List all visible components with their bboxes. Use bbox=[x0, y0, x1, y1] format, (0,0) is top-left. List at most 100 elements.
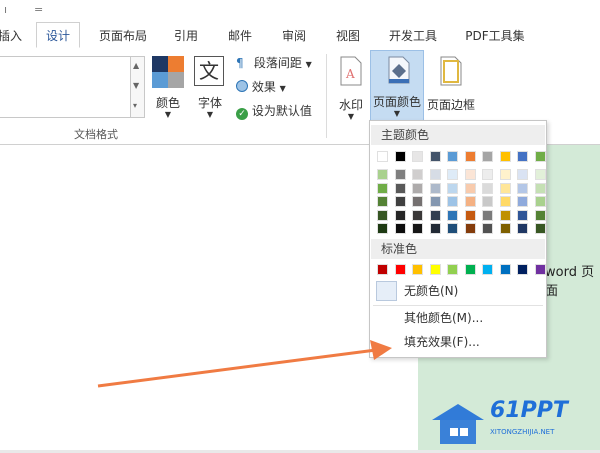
tab-pdf-tools[interactable]: PDF工具集 bbox=[462, 26, 528, 46]
theme-shade-swatch[interactable] bbox=[377, 182, 388, 194]
theme-shade-swatch[interactable] bbox=[482, 223, 493, 234]
standard-color-swatch[interactable] bbox=[500, 264, 511, 275]
standard-color-swatch[interactable] bbox=[430, 264, 441, 275]
document-page[interactable] bbox=[0, 145, 418, 450]
theme-shade-swatch[interactable] bbox=[430, 209, 441, 221]
theme-color-swatch[interactable] bbox=[412, 151, 423, 162]
theme-shade-swatch[interactable] bbox=[465, 209, 476, 221]
theme-shade-swatch[interactable] bbox=[517, 169, 528, 180]
theme-shade-swatch[interactable] bbox=[412, 182, 423, 194]
theme-shade-swatch[interactable] bbox=[517, 196, 528, 207]
theme-shade-swatch[interactable] bbox=[447, 223, 458, 234]
theme-color-swatch[interactable] bbox=[395, 151, 406, 162]
theme-shade-swatch[interactable] bbox=[500, 209, 511, 221]
tab-mailings[interactable]: 邮件 bbox=[224, 26, 256, 46]
theme-shade-swatch[interactable] bbox=[395, 169, 406, 180]
theme-color-swatch[interactable] bbox=[517, 151, 528, 162]
standard-color-swatch[interactable] bbox=[482, 264, 493, 275]
theme-shade-swatch[interactable] bbox=[482, 169, 493, 180]
theme-shade-swatch[interactable] bbox=[482, 196, 493, 207]
tab-page-layout[interactable]: 页面布局 bbox=[94, 26, 152, 46]
page-color-button[interactable]: 页面颜色 ▼ bbox=[370, 50, 424, 122]
tab-references[interactable]: 引用 bbox=[170, 26, 202, 46]
theme-shade-swatch[interactable] bbox=[535, 169, 546, 180]
set-as-default-button[interactable]: ✓ 设为默认值 bbox=[236, 102, 312, 120]
theme-shade-swatch[interactable] bbox=[377, 209, 388, 221]
theme-shade-swatch[interactable] bbox=[465, 169, 476, 180]
theme-shade-swatch[interactable] bbox=[447, 182, 458, 194]
theme-shade-swatch[interactable] bbox=[517, 182, 528, 194]
theme-shade-swatch[interactable] bbox=[412, 196, 423, 207]
theme-shade-swatch[interactable] bbox=[447, 196, 458, 207]
theme-shade-swatch[interactable] bbox=[465, 182, 476, 194]
theme-shade-swatch[interactable] bbox=[517, 223, 528, 234]
theme-shade-swatch[interactable] bbox=[517, 209, 528, 221]
theme-shade-swatch[interactable] bbox=[430, 196, 441, 207]
theme-shade-swatch[interactable] bbox=[395, 209, 406, 221]
tab-developer[interactable]: 开发工具 bbox=[384, 26, 442, 46]
theme-color-swatch[interactable] bbox=[377, 151, 388, 162]
theme-shade-swatch[interactable] bbox=[500, 196, 511, 207]
theme-shade-swatch[interactable] bbox=[535, 182, 546, 194]
theme-color-swatch[interactable] bbox=[465, 151, 476, 162]
standard-color-swatch[interactable] bbox=[517, 264, 528, 275]
theme-shade-swatch[interactable] bbox=[412, 223, 423, 234]
no-color-swatch[interactable] bbox=[376, 281, 397, 301]
theme-color-swatch[interactable] bbox=[500, 151, 511, 162]
theme-color-swatch[interactable] bbox=[482, 151, 493, 162]
theme-shade-swatch[interactable] bbox=[395, 182, 406, 194]
fonts-button[interactable]: 文 字体 ▼ bbox=[192, 54, 228, 124]
theme-shade-swatch[interactable] bbox=[535, 209, 546, 221]
theme-shade-swatch[interactable] bbox=[377, 223, 388, 234]
theme-color-swatch[interactable] bbox=[447, 151, 458, 162]
theme-shade-swatch[interactable] bbox=[500, 182, 511, 194]
gallery-up-icon[interactable]: ▲ bbox=[133, 61, 139, 70]
theme-shade-swatch[interactable] bbox=[412, 169, 423, 180]
paragraph-spacing-button[interactable]: ¶ 段落间距 ▼ bbox=[236, 54, 312, 72]
theme-shade-swatch[interactable] bbox=[465, 196, 476, 207]
theme-shade-swatch[interactable] bbox=[447, 169, 458, 180]
theme-color-swatch[interactable] bbox=[535, 151, 546, 162]
theme-shade-swatch[interactable] bbox=[500, 223, 511, 234]
gallery-scrollbar[interactable]: ▲ ▼ ▾ bbox=[130, 57, 144, 117]
theme-shade-swatch[interactable] bbox=[395, 196, 406, 207]
watermark-button[interactable]: A 水印 ▼ bbox=[334, 54, 368, 124]
theme-shade-swatch[interactable] bbox=[535, 196, 546, 207]
theme-shade-swatch[interactable] bbox=[430, 169, 441, 180]
standard-color-swatch[interactable] bbox=[447, 264, 458, 275]
theme-shade-swatch[interactable] bbox=[482, 209, 493, 221]
no-color-item[interactable]: 无颜色(N) bbox=[404, 280, 458, 302]
theme-shade-swatch[interactable] bbox=[447, 209, 458, 221]
standard-color-swatch[interactable] bbox=[377, 264, 388, 275]
logo-subtitle: XITONGZHIJIA.NET bbox=[490, 428, 555, 436]
theme-shade-swatch[interactable] bbox=[377, 169, 388, 180]
theme-shade-swatch[interactable] bbox=[430, 223, 441, 234]
theme-color-swatch[interactable] bbox=[430, 151, 441, 162]
style-set-gallery[interactable]: ▲ ▼ ▾ bbox=[0, 56, 145, 118]
theme-shade-swatch[interactable] bbox=[535, 223, 546, 234]
standard-color-swatch[interactable] bbox=[465, 264, 476, 275]
tab-view[interactable]: 视图 bbox=[332, 26, 364, 46]
theme-shade-swatch[interactable] bbox=[430, 182, 441, 194]
theme-shade-swatch[interactable] bbox=[500, 169, 511, 180]
tab-design[interactable]: 设计 bbox=[36, 22, 80, 48]
page-borders-button[interactable]: 页面边框 bbox=[425, 54, 477, 124]
theme-shade-swatch[interactable] bbox=[377, 196, 388, 207]
more-colors-item[interactable]: 其他颜色(M)... bbox=[404, 307, 483, 329]
tab-insert[interactable]: 插入 bbox=[0, 26, 24, 46]
standard-color-swatch[interactable] bbox=[535, 264, 546, 275]
tab-review[interactable]: 审阅 bbox=[278, 26, 310, 46]
gallery-more-icon[interactable]: ▾ bbox=[133, 101, 137, 110]
theme-shade-swatch[interactable] bbox=[395, 223, 406, 234]
colors-button[interactable]: 颜色 ▼ bbox=[150, 54, 186, 124]
standard-color-swatch[interactable] bbox=[412, 264, 423, 275]
undo-icon[interactable]: ı bbox=[4, 3, 7, 16]
fill-effects-item[interactable]: 填充效果(F)... bbox=[404, 331, 480, 353]
theme-shade-swatch[interactable] bbox=[412, 209, 423, 221]
theme-shade-swatch[interactable] bbox=[465, 223, 476, 234]
theme-shade-swatch[interactable] bbox=[482, 182, 493, 194]
gallery-down-icon[interactable]: ▼ bbox=[133, 81, 139, 90]
effects-button[interactable]: 效果 ▼ bbox=[236, 78, 286, 96]
standard-color-swatch[interactable] bbox=[395, 264, 406, 275]
customize-toolbar-icon[interactable]: = bbox=[34, 3, 43, 16]
